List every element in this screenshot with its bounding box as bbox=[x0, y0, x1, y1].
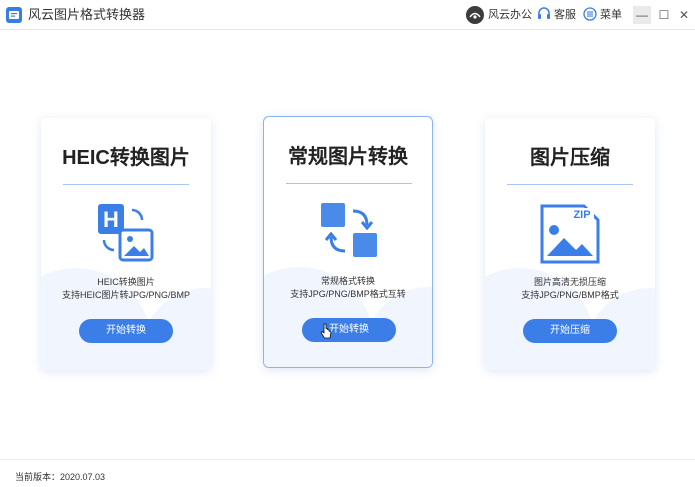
minimize-button[interactable]: — bbox=[633, 6, 651, 24]
zip-image-icon: ZIP bbox=[540, 204, 600, 264]
card-desc-line1: 常规格式转换 bbox=[320, 276, 375, 286]
card-desc-line1: 图片高清无损压缩 bbox=[533, 277, 606, 287]
version-label: 当前版本：2020.07.03 bbox=[15, 472, 106, 482]
start-convert-button[interactable]: 开始转换 bbox=[79, 319, 173, 343]
brand-avatar-icon bbox=[466, 6, 484, 24]
heic-letter: H bbox=[103, 207, 119, 232]
card-title: 图片压缩 bbox=[530, 147, 610, 169]
card-divider bbox=[63, 184, 189, 185]
zip-badge: ZIP bbox=[573, 209, 590, 221]
app-logo-icon bbox=[6, 7, 22, 23]
convert-arrows-icon bbox=[321, 203, 377, 257]
title-bar: 风云图片格式转换器 风云办公 客服 菜单 — ☐ ✕ bbox=[0, 0, 695, 30]
app-title: 风云图片格式转换器 bbox=[28, 7, 146, 22]
card-desc-line2: 支持HEIC图片转JPG/PNG/BMP bbox=[61, 290, 190, 300]
card-regular-convert[interactable]: 常规图片转换 常规格式转换 支持JPG/PNG/BMP格式互转 开始转换 bbox=[263, 116, 433, 368]
mouse-pointer-icon bbox=[320, 323, 332, 339]
start-compress-button[interactable]: 开始压缩 bbox=[523, 319, 617, 343]
brand-label: 风云办公 bbox=[488, 9, 532, 21]
card-divider bbox=[507, 184, 633, 185]
card-title: 常规图片转换 bbox=[288, 146, 408, 168]
card-title: HEIC转换图片 bbox=[62, 147, 190, 169]
menu-label: 菜单 bbox=[600, 9, 622, 21]
card-image-compress[interactable]: 图片压缩 ZIP 图片高清无损压缩 支持JPG/PNG/BMP格式 开始压缩 bbox=[485, 118, 655, 370]
service-label: 客服 bbox=[554, 9, 576, 21]
close-button[interactable]: ✕ bbox=[675, 6, 693, 24]
card-desc-line2: 支持JPG/PNG/BMP格式互转 bbox=[290, 289, 406, 299]
footer-divider bbox=[0, 459, 695, 460]
heic-to-image-icon: H bbox=[98, 204, 154, 262]
menu-icon bbox=[583, 7, 597, 21]
card-heic-convert[interactable]: HEIC转换图片 H HEIC转换图片 支持HEIC图片转JPG/PNG/BMP… bbox=[41, 118, 211, 370]
maximize-button[interactable]: ☐ bbox=[655, 6, 673, 24]
card-desc-line1: HEIC转换图片 bbox=[97, 277, 155, 287]
card-divider bbox=[286, 183, 412, 184]
start-convert-button[interactable]: 开始转换 bbox=[302, 318, 396, 342]
card-desc-line2: 支持JPG/PNG/BMP格式 bbox=[521, 290, 619, 300]
headset-icon bbox=[538, 7, 550, 19]
